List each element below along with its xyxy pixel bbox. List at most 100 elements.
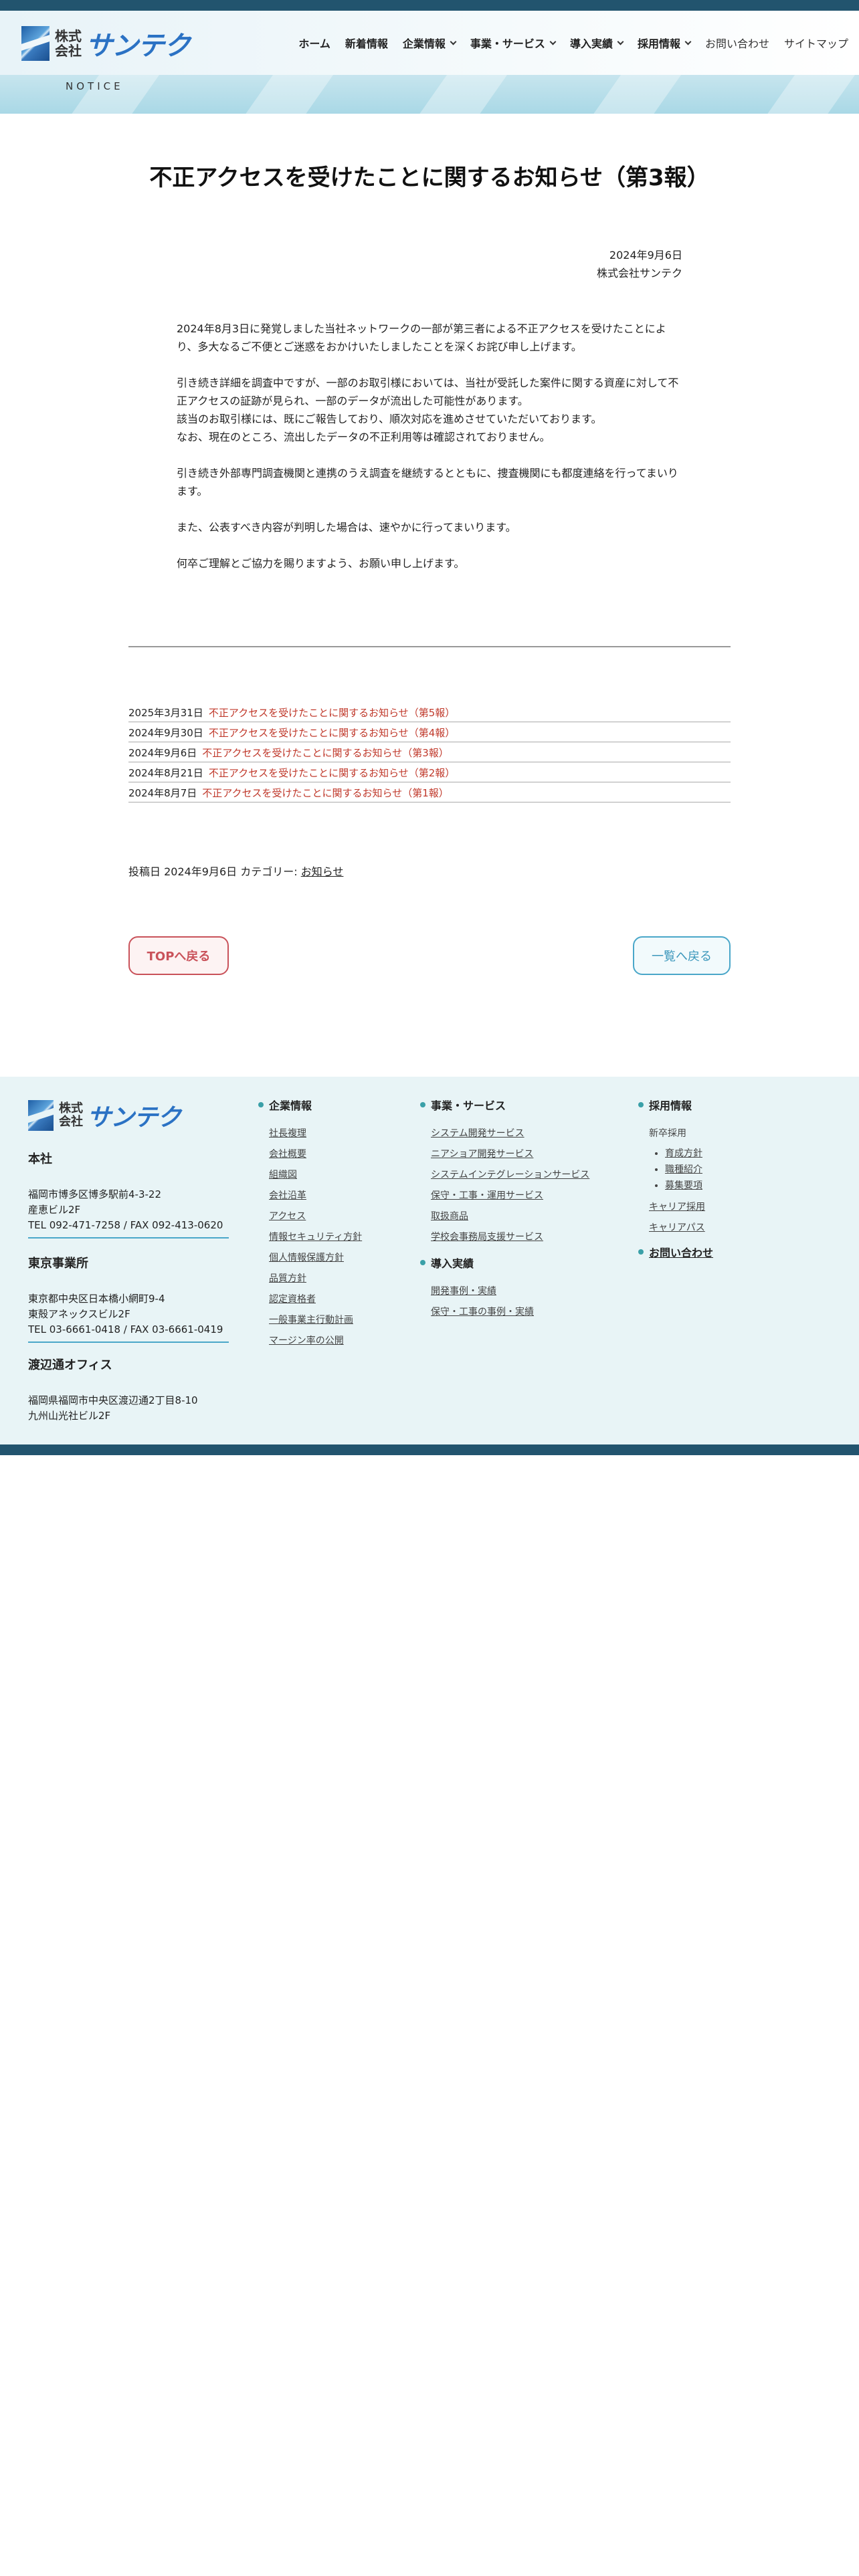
global-nav: ホーム 新着情報 企業情報 事業・サービス 導入実績 採用情報 お問い合わせ サイトマップ xyxy=(284,35,848,51)
site-header: 株式 会社 サンテク ホーム 新着情報 企業情報 事業・サービス 導入実績 採用情報 お問い合… xyxy=(0,11,859,75)
footer-link[interactable]: マージン率の公開 xyxy=(269,1333,362,1354)
post-meta: 投稿日 2024年9月6日 カテゴリー: お知らせ xyxy=(128,863,343,879)
nav-item-label: お問い合わせ xyxy=(704,37,769,50)
nav-item-label: 事業・サービス xyxy=(470,37,545,50)
site-footer: 株式 会社 サンテク 本社福岡市博多区博多駅前4-3-22 産恵ビル2F TEL 09… xyxy=(0,1077,859,1444)
article-paragraph: 2024年8月3日に発覚しました当社ネットワークの一部が第三者による不正アクセス… xyxy=(177,322,666,353)
logo-mark-icon xyxy=(28,1100,54,1131)
top-accent-bar xyxy=(0,0,859,11)
nav-item-label: 導入実績 xyxy=(569,37,613,50)
news-title-link[interactable]: 不正アクセスを受けたことに関するお知らせ（第4報） xyxy=(209,726,456,740)
footer-recruit-column: 採用情報 新卒採用 育成方針職種紹介募集要項 キャリア採用キャリアパス お問い合… xyxy=(638,1097,713,1273)
footer-link[interactable]: 会社概要 xyxy=(269,1147,362,1168)
divider xyxy=(128,646,731,647)
nav-item[interactable]: 導入実績 xyxy=(569,35,624,51)
footer-company-heading: 企業情報 xyxy=(258,1097,362,1113)
news-date: 2024年9月30日 xyxy=(128,727,203,739)
footer-link[interactable]: 情報セキュリティ方針 xyxy=(269,1230,362,1251)
office-address-line: TEL 03-6661-0418 / FAX 03-6661-0419 xyxy=(28,1323,223,1335)
banner-label: NOTICE xyxy=(66,80,124,92)
article-dateline: 2024年9月6日 株式会社サンテク xyxy=(597,246,682,282)
office-address-line: 産恵ビル2F xyxy=(28,1204,81,1216)
footer-contact-link[interactable]: お問い合わせ xyxy=(638,1244,713,1260)
news-title-link[interactable]: 不正アクセスを受けたことに関するお知らせ（第1報） xyxy=(202,786,449,800)
footer-link[interactable]: キャリア採用 xyxy=(649,1200,713,1220)
logo-company-name: サンテク xyxy=(86,31,191,62)
office-address-line: 福岡県福岡市中央区渡辺通2丁目8-10 xyxy=(28,1394,198,1406)
office-block: 渡辺通オフィス福岡県福岡市中央区渡辺通2丁目8-10 九州山光社ビル2F xyxy=(28,1358,229,1428)
back-to-top-button[interactable]: TOPへ戻る xyxy=(128,936,229,975)
footer-link[interactable]: アクセス xyxy=(269,1209,362,1230)
page-title: 不正アクセスを受けたことに関するお知らせ（第3報） xyxy=(149,165,710,191)
nav-item[interactable]: 採用情報 xyxy=(637,35,692,51)
footer-link[interactable]: 保守・工事・運用サービス xyxy=(431,1188,589,1209)
nav-item[interactable]: お問い合わせ xyxy=(705,35,769,51)
article-paragraph: 引き続き詳細を調査中ですが、一部のお取引様においては、当社が受託した案件に関する… xyxy=(177,377,679,443)
news-title-link[interactable]: 不正アクセスを受けたことに関するお知らせ（第5報） xyxy=(209,706,456,720)
chevron-down-icon xyxy=(549,38,557,45)
footer-link[interactable]: 保守・工事の事例・実績 xyxy=(431,1305,589,1325)
category-link[interactable]: お知らせ xyxy=(301,865,344,878)
nav-item-label: 新着情報 xyxy=(345,37,388,50)
footer-services-column: 事業・サービス システム開発サービス ニアショア開発サービス システムインテグレーシ… xyxy=(420,1097,589,1325)
related-news-list: 2025年3月31日 不正アクセスを受けたことに関するお知らせ（第5報） 2024年… xyxy=(128,702,731,802)
footer-bottom-bar xyxy=(0,1444,859,1455)
footer-link[interactable]: 職種紹介 xyxy=(665,1164,702,1175)
office-name: 東京事業所 xyxy=(28,1257,88,1271)
news-title-link[interactable]: 不正アクセスを受けたことに関するお知らせ（第3報） xyxy=(202,746,449,760)
footer-logo[interactable]: 株式 会社 サンテク xyxy=(28,1098,181,1133)
footer-link[interactable]: システムインテグレーションサービス xyxy=(431,1168,589,1188)
nav-item-label: サイトマップ xyxy=(783,37,848,50)
nav-item[interactable]: 新着情報 xyxy=(345,35,388,51)
footer-recruit-heading: 採用情報 xyxy=(638,1097,713,1113)
article-paragraph: 何卒ご理解とご協力を賜りますよう、お願い申し上げます。 xyxy=(177,557,465,570)
footer-link[interactable]: 個人情報保護方針 xyxy=(269,1251,362,1271)
site-logo[interactable]: 株式 会社 サンテク xyxy=(21,25,191,62)
nav-item[interactable]: サイトマップ xyxy=(784,35,848,51)
news-title-link[interactable]: 不正アクセスを受けたことに関するお知らせ（第2報） xyxy=(209,766,456,780)
office-address-line: 東京都中央区日本橋小網町9-4 xyxy=(28,1293,165,1305)
footer-link[interactable]: 取扱商品 xyxy=(431,1209,589,1230)
footer-link[interactable]: 学校会事務局支援サービス xyxy=(431,1230,589,1251)
office-address: 東京都中央区日本橋小網町9-4 東殻アネックスビル2F TEL 03-6661-04… xyxy=(28,1291,229,1343)
news-date: 2024年8月21日 xyxy=(128,767,203,779)
article-paragraph: 引き続き外部専門調査機関と連携のうえ調査を継続するとともに、捜査機関にも都度連絡… xyxy=(177,467,678,498)
office-address: 福岡市博多区博多駅前4-3-22 産恵ビル2F TEL 092-471-7258 /… xyxy=(28,1187,229,1239)
back-to-list-button[interactable]: 一覧へ戻る xyxy=(633,936,731,975)
footer-link[interactable]: ニアショア開発サービス xyxy=(431,1147,589,1168)
office-name: 渡辺通オフィス xyxy=(28,1358,112,1372)
office-address-line: TEL 092-471-7258 / FAX 092-413-0620 xyxy=(28,1219,223,1231)
footer-sublist-item: 職種紹介 xyxy=(665,1162,713,1178)
footer-sublist-item: 育成方針 xyxy=(665,1146,713,1162)
new-grad-label: 新卒採用 xyxy=(649,1128,686,1139)
article-body: 2024年8月3日に発覚しました当社ネットワークの一部が第三者による不正アクセス… xyxy=(177,320,682,591)
article-paragraph: また、公表すべき内容が判明した場合は、速やかに行ってまいります。 xyxy=(177,521,516,534)
footer-link[interactable]: キャリアパス xyxy=(649,1220,713,1241)
office-address-line: 九州山光社ビル2F xyxy=(28,1410,111,1422)
footer-link[interactable]: 募集要項 xyxy=(665,1180,702,1191)
logo-company-name: サンテク xyxy=(87,1104,181,1132)
office-address-line: 福岡市博多区博多駅前4-3-22 xyxy=(28,1188,162,1200)
footer-works-heading: 導入実績 xyxy=(420,1255,589,1271)
footer-link[interactable]: 一般事業主行動計画 xyxy=(269,1313,362,1333)
footer-link[interactable]: 組織図 xyxy=(269,1168,362,1188)
page-banner: NOTICE xyxy=(0,75,859,114)
footer-link[interactable]: システム開発サービス xyxy=(431,1126,589,1147)
news-row: 2024年9月6日 不正アクセスを受けたことに関するお知らせ（第3報） xyxy=(128,742,731,762)
nav-item[interactable]: 事業・サービス xyxy=(470,35,557,51)
footer-link[interactable]: 育成方針 xyxy=(665,1148,702,1159)
footer-link[interactable]: 認定資格者 xyxy=(269,1292,362,1313)
nav-item[interactable]: 企業情報 xyxy=(402,35,457,51)
nav-item-label: 企業情報 xyxy=(402,37,446,50)
footer-link[interactable]: 社長複理 xyxy=(269,1126,362,1147)
logo-kabushiki-gaisha: 株式 会社 xyxy=(55,28,82,59)
office-name: 本社 xyxy=(28,1152,52,1166)
office-address: 福岡県福岡市中央区渡辺通2丁目8-10 九州山光社ビル2F xyxy=(28,1393,229,1428)
footer-link[interactable]: 品質方針 xyxy=(269,1271,362,1292)
footer-link[interactable]: 開発事例・実績 xyxy=(431,1284,589,1305)
nav-item[interactable]: ホーム xyxy=(298,35,330,51)
footer-link[interactable]: 会社沿革 xyxy=(269,1188,362,1209)
nav-item-label: 採用情報 xyxy=(637,37,680,50)
footer-company-column: 企業情報 社長複理 会社概要 組織図 会社沿革 アクセス 情報セキュリティ方針 個人情報保護… xyxy=(258,1097,362,1354)
post-meta-text: 投稿日 2024年9月6日 カテゴリー: xyxy=(128,865,301,878)
